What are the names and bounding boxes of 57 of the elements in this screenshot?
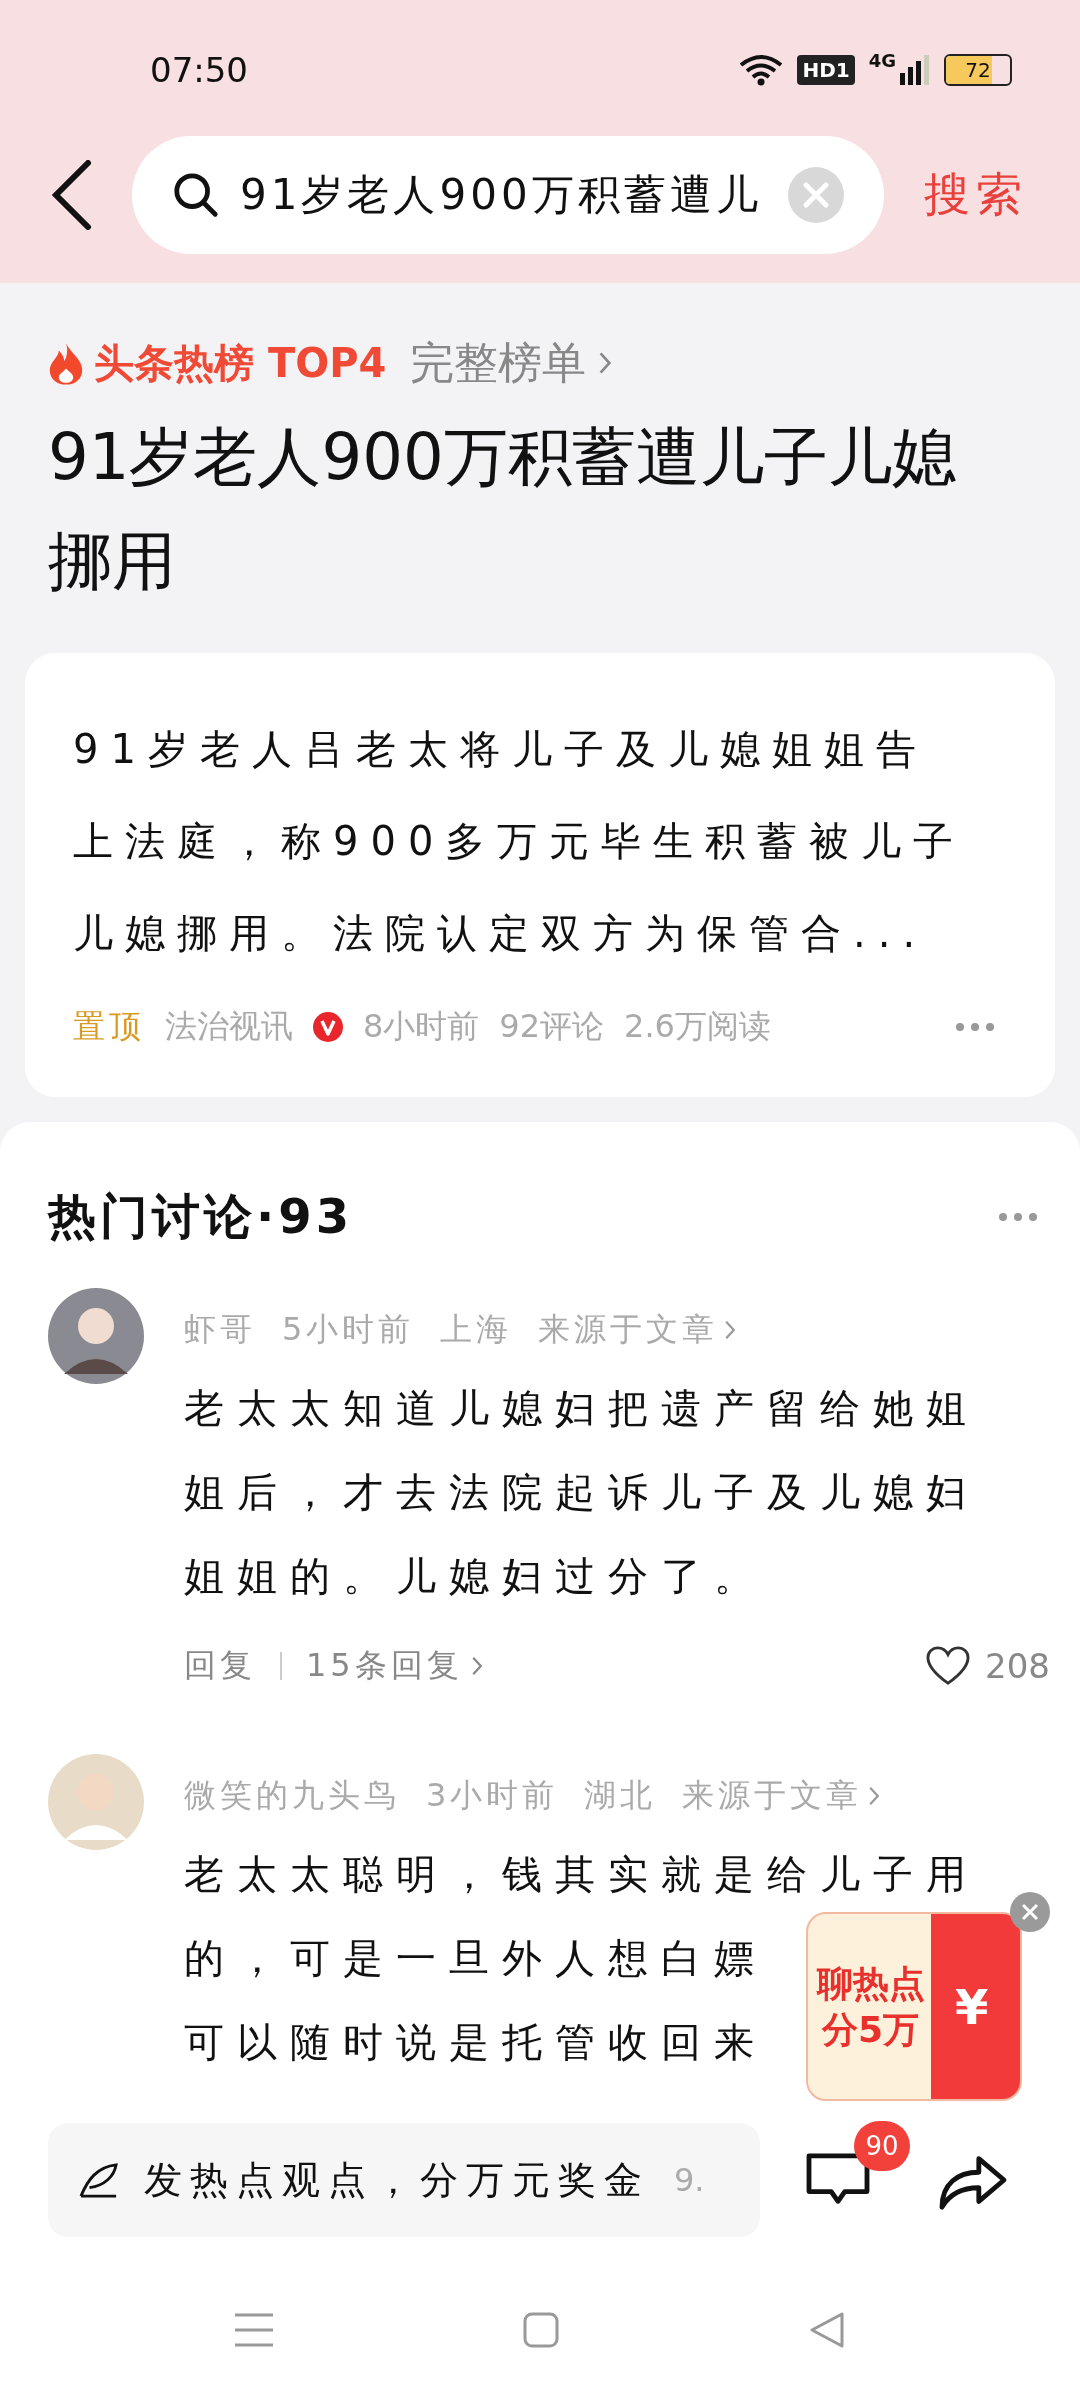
comment-text: 的，可是一旦外人想白嫖 <box>184 1934 767 1983</box>
headline: 91岁老人900万积蓄遭儿子儿媳挪用 <box>48 419 957 600</box>
user-name[interactable]: 微笑的九头鸟 <box>184 1774 400 1818</box>
network-label: 4G <box>868 50 896 71</box>
promo-title: 聊热点 <box>816 1961 925 2006</box>
more-icon[interactable] <box>955 1022 995 1032</box>
search-field[interactable]: 91岁老人900万积蓄遭儿 <box>240 170 768 220</box>
source-link[interactable]: 来源于文章 <box>538 1308 737 1352</box>
status-time: 07:50 <box>150 50 248 90</box>
replies-link[interactable]: 15条回复 <box>306 1644 483 1688</box>
more-icon[interactable] <box>998 1212 1038 1222</box>
chevron-icon <box>470 1654 483 1678</box>
reply-button[interactable]: 回复 <box>184 1644 256 1688</box>
source-name: 法治视讯 <box>165 1006 293 1047</box>
close-icon[interactable] <box>1010 1892 1050 1932</box>
pinned-label: 置顶 <box>73 1006 145 1047</box>
search-icon <box>172 171 220 219</box>
promo-reward: 分5万 <box>821 2007 920 2052</box>
comment-input[interactable]: 发热点观点，分万元奖金 9. <box>48 2123 760 2237</box>
hd-badge: HD1 <box>797 55 855 85</box>
full-list-link[interactable]: 完整榜单 <box>410 333 613 393</box>
read-count: 2.6万阅读 <box>624 1006 771 1047</box>
chevron-icon <box>868 1784 881 1808</box>
wifi-icon <box>739 54 784 86</box>
yen-label: ¥ <box>955 1978 989 2035</box>
back-icon[interactable] <box>52 160 92 230</box>
chevron-icon <box>598 350 613 376</box>
menu-icon[interactable] <box>235 2312 273 2348</box>
clear-icon[interactable] <box>788 167 844 223</box>
battery-level: 72 <box>965 58 991 82</box>
comment-text: 老太太聪明，钱其实就是给儿子用 <box>184 1850 979 1899</box>
article-summary: 91岁老人吕老太将儿子及儿媳姐姐告上法庭，称900多万元毕生积蓄被儿子儿媳挪用。法院认定双方为保管合... <box>73 725 967 958</box>
comment-time: 3小时前 <box>426 1775 559 1816</box>
chevron-icon <box>724 1318 737 1342</box>
heart-icon[interactable] <box>925 1645 972 1687</box>
comment-location: 湖北 <box>584 1775 657 1816</box>
signal-icon <box>900 55 930 85</box>
article-card[interactable]: 91岁老人吕老太将儿子及儿媳姐姐告上法庭，称900多万元毕生积蓄被儿子儿媳挪用。法院认定双方为保管合... 置顶 法治视讯 8小时前 92评论 2.6万阅读 <box>25 653 1055 1097</box>
flame-icon <box>48 341 84 385</box>
home-icon[interactable] <box>523 2312 559 2348</box>
comment-time: 5小时前 <box>282 1309 415 1350</box>
back-nav-icon[interactable] <box>809 2312 845 2348</box>
feather-icon <box>78 2161 120 2199</box>
post-time: 8小时前 <box>363 1006 480 1047</box>
like-count: 208 <box>985 1646 1050 1686</box>
avatar[interactable] <box>48 1288 144 1384</box>
comment-location: 上海 <box>440 1309 513 1350</box>
comment-badge: 90 <box>854 2121 910 2171</box>
source-link[interactable]: 来源于文章 <box>682 1774 881 1818</box>
discussion-title: 热门讨论·93 <box>48 1187 354 1246</box>
hot-rank: 头条热榜 TOP4 <box>94 338 387 388</box>
comment-text: 老太太知道儿媳妇把遗产留给她姐姐后，才去法院起诉儿子及儿媳妇姐姐的。儿媳妇过分了。 <box>184 1384 980 1601</box>
comment-count: 92评论 <box>499 1006 605 1047</box>
search-button[interactable]: 搜索 <box>924 164 1028 226</box>
search-bar[interactable]: 91岁老人900万积蓄遭儿 <box>132 136 884 254</box>
user-name[interactable]: 虾哥 <box>184 1308 256 1352</box>
comment-text: 可以随时说是托管收回来 <box>184 2018 767 2067</box>
